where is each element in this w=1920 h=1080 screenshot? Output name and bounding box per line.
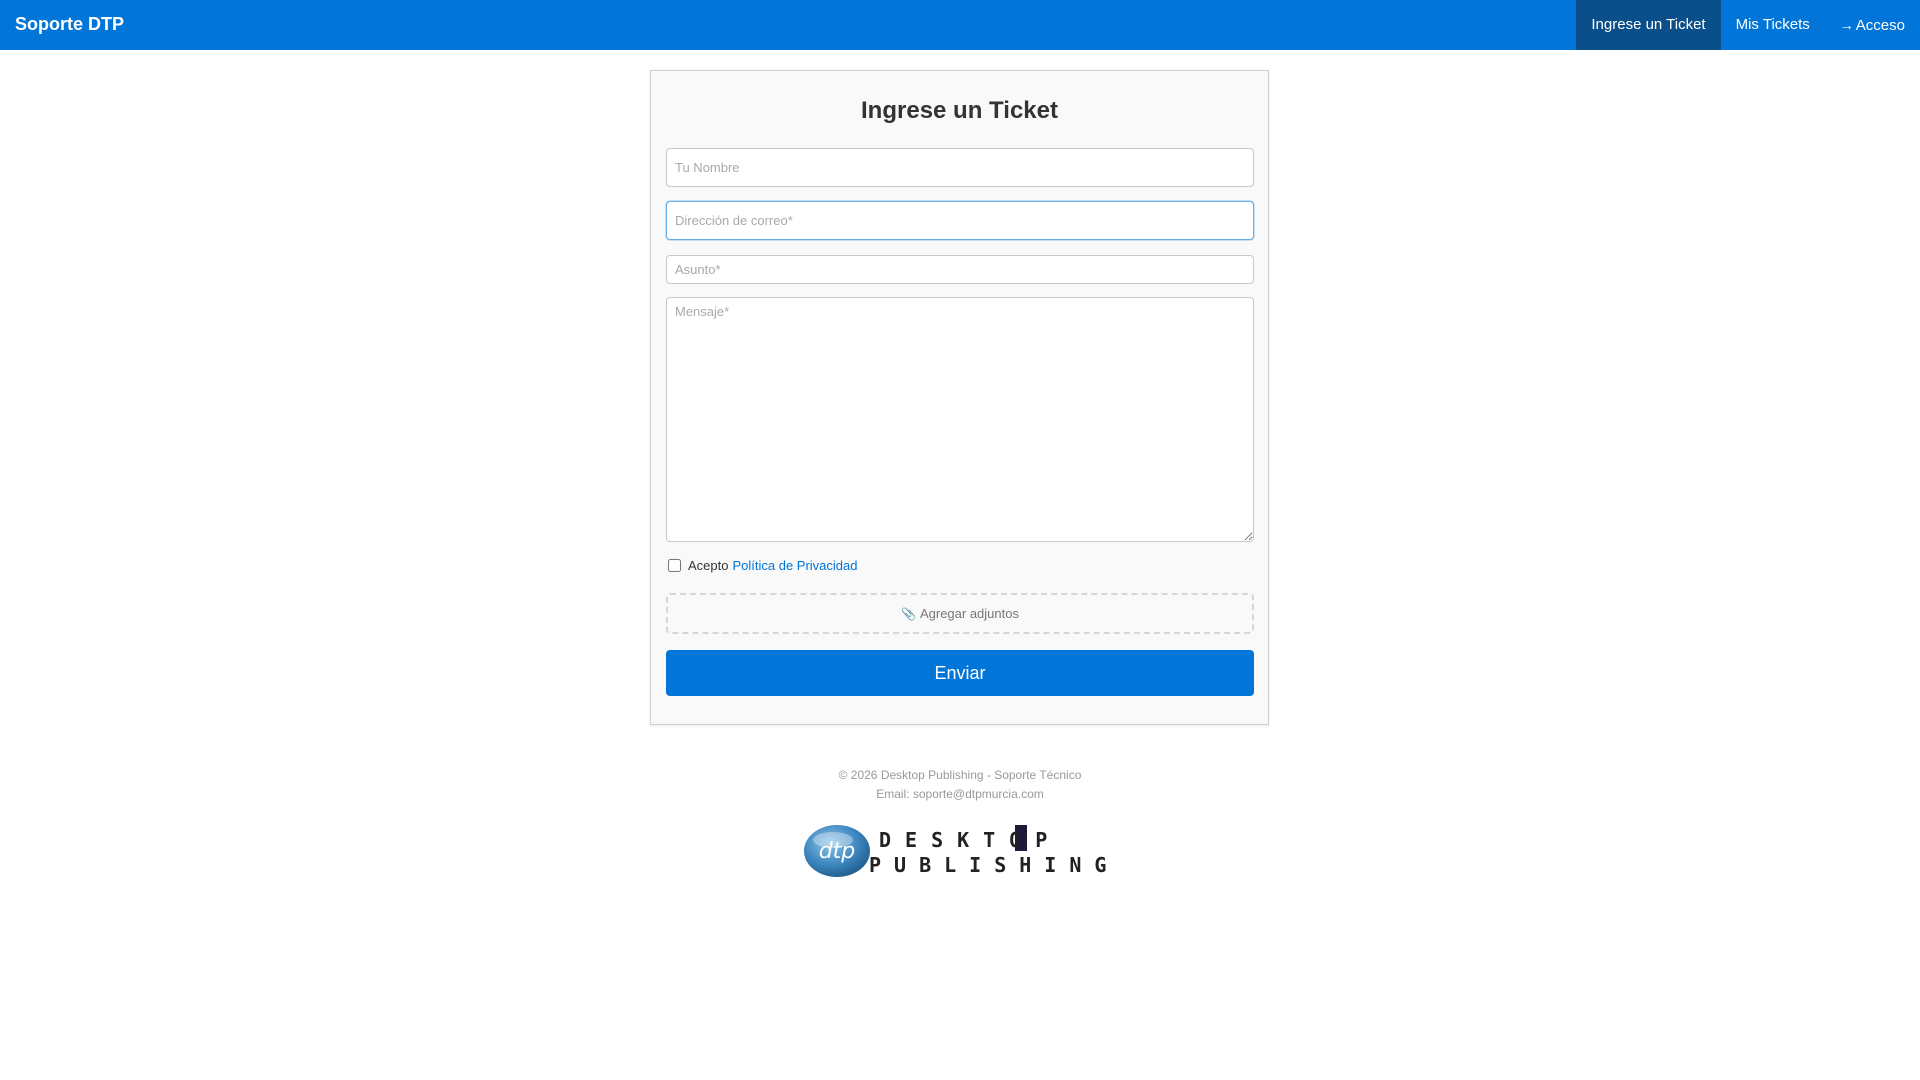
logo-line2: PUBLISHING [869,853,1118,877]
nav-item-label: Acceso [1855,17,1905,34]
message-textarea[interactable] [666,297,1254,542]
privacy-text: Acepto [688,558,729,573]
privacy-policy-link[interactable]: Política de Privacidad [732,558,857,573]
nav-item-label: Ingrese un Ticket [1591,16,1706,33]
logo-mark: dtp [819,839,856,864]
dtp-logo: dtp DESKTOP PUBLISHING [804,825,1118,877]
paperclip-icon: 📎 [901,607,916,621]
nav-item-my-tickets[interactable]: Mis Tickets [1721,0,1825,50]
email-input[interactable] [666,201,1254,240]
add-attachments-button[interactable]: 📎 Agregar adjuntos [666,593,1254,634]
footer-email: Email: soporte@dtpmurcia.com [876,787,1044,801]
logo-line1: DESKTOP [879,828,1061,852]
subject-input[interactable] [666,255,1254,284]
nav-item-login[interactable]: → Acceso [1825,0,1920,50]
form-title: Ingrese un Ticket [861,97,1058,124]
ticket-form-card: Ingrese un Ticket Acepto Política de Pri… [650,70,1269,725]
name-input[interactable] [666,148,1254,187]
brand-title[interactable]: Soporte DTP [15,0,124,48]
top-navbar: Soporte DTP Ingrese un Ticket Mis Ticket… [0,0,1920,50]
nav-menu: Ingrese un Ticket Mis Tickets → Acceso [1576,0,1920,50]
footer: © 2026 Desktop Publishing - Soporte Técn… [0,766,1920,804]
nav-item-new-ticket[interactable]: Ingrese un Ticket [1576,0,1721,50]
privacy-checkbox[interactable] [668,559,681,572]
attach-label: Agregar adjuntos [919,606,1019,621]
nav-item-label: Mis Tickets [1735,16,1810,33]
privacy-consent: Acepto Política de Privacidad [667,558,858,573]
submit-button[interactable]: Enviar [666,650,1254,696]
sign-in-icon: → [1839,17,1854,33]
footer-copyright: © 2026 Desktop Publishing - Soporte Técn… [838,768,1082,782]
